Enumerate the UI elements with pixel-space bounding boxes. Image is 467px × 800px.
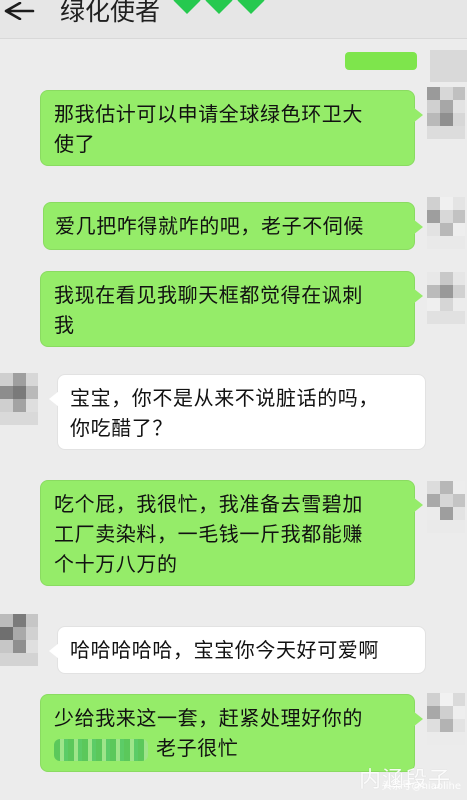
- green-heart-icon: [205, 0, 233, 14]
- message-line: 个十万八万的: [54, 552, 178, 576]
- message-line: 爱几把咋得就咋的吧，老子不伺候: [55, 214, 364, 238]
- title-hearts: [172, 0, 266, 15]
- message-line: 吃个屁，我很忙，我准备去雪碧加: [54, 492, 363, 516]
- message-line: 那我估计可以申请全球绿色环卫大: [54, 102, 363, 126]
- message-bubble-sent[interactable]: 吃个屁，我很忙，我准备去雪碧加 工厂卖染料，一毛钱一斤我都能赚 个十万八万的: [40, 480, 423, 586]
- message-bubble-sent[interactable]: 爱几把咋得就咋的吧，老子不伺候: [43, 202, 423, 250]
- message-line: 我: [54, 313, 75, 337]
- avatar[interactable]: [427, 87, 465, 139]
- avatar[interactable]: [427, 272, 465, 324]
- message-line: 老子很忙: [54, 733, 404, 763]
- avatar[interactable]: [427, 197, 465, 249]
- arrow-left-icon[interactable]: [2, 2, 36, 20]
- message-bubble-sent[interactable]: 我现在看见我聊天框都觉得在讽刺 我: [40, 271, 423, 347]
- message-line: 少给我来这一套，赶紧处理好你的: [54, 706, 363, 730]
- message-line: 我现在看见我聊天框都觉得在讽刺: [54, 283, 363, 307]
- avatar[interactable]: [0, 614, 38, 666]
- message-bubble-sent[interactable]: 少给我来这一套，赶紧处理好你的 老子很忙: [40, 694, 423, 772]
- mosaic-censored-text: [54, 738, 148, 761]
- message-line: 使了: [54, 132, 96, 156]
- message-bubble-received[interactable]: 哈哈哈哈哈，宝宝你今天好可爱啊: [49, 626, 426, 674]
- chat-area[interactable]: 那我估计可以申请全球绿色环卫大 使了 爱几把咋得就咋的吧，老子不伺候 我现在看见…: [0, 38, 467, 800]
- green-heart-icon: [173, 0, 201, 14]
- message-line: 宝宝，你不是从来不说脏话的吗，: [70, 386, 379, 410]
- message-line-end: 老子很忙: [156, 736, 239, 760]
- avatar[interactable]: [0, 373, 38, 425]
- message-line: 哈哈哈哈哈，宝宝你今天好可爱啊: [70, 638, 379, 662]
- message-bubble-sent[interactable]: 那我估计可以申请全球绿色环卫大 使了: [40, 90, 423, 166]
- previous-message-fragment: [345, 52, 417, 70]
- green-heart-icon: [237, 0, 265, 14]
- avatar[interactable]: [430, 50, 467, 82]
- chat-title: 绿化使者: [60, 0, 161, 26]
- avatar[interactable]: [427, 481, 465, 533]
- chat-header: 绿化使者: [0, 0, 467, 39]
- message-bubble-received[interactable]: 宝宝，你不是从来不说脏话的吗， 你吃醋了？: [49, 374, 426, 450]
- avatar[interactable]: [427, 693, 465, 745]
- watermark-subtext: 头条号@hiaolihe: [381, 781, 461, 792]
- message-line: 工厂卖染料，一毛钱一斤我都能赚: [54, 522, 363, 546]
- message-line: 你吃醋了？: [70, 416, 173, 440]
